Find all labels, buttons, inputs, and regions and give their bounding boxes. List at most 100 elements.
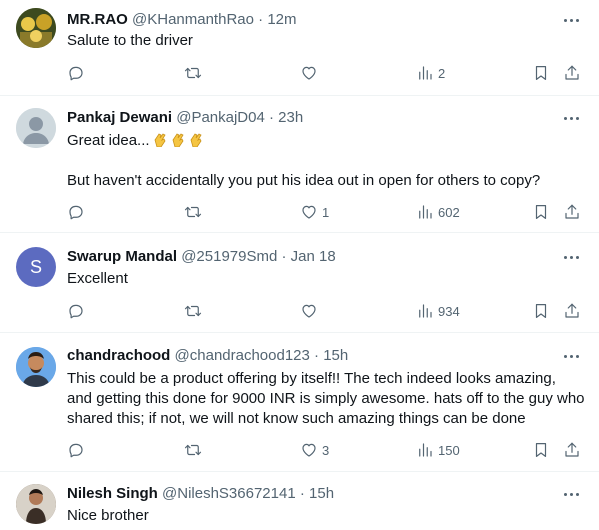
retweet-icon	[184, 302, 202, 320]
retweet-button[interactable]	[184, 202, 202, 222]
bookmark-icon	[532, 64, 550, 82]
clapping-hands-emoji	[172, 133, 184, 147]
tweet-swarup-mandal[interactable]: S Swarup Mandal @251979Smd · Jan 18 Exce…	[0, 233, 599, 333]
views-button[interactable]: 150	[416, 440, 460, 460]
separator-dot: ·	[281, 248, 287, 265]
separator-dot: ·	[269, 109, 274, 126]
tweet-text: Excellent	[67, 270, 128, 287]
reply-icon	[67, 203, 85, 221]
more-icon[interactable]	[560, 108, 582, 128]
separator-dot: ·	[258, 11, 264, 28]
retweet-button[interactable]	[184, 63, 202, 83]
likes-count: 1	[322, 204, 330, 220]
author-handle[interactable]: @251979Smd	[181, 248, 277, 265]
timestamp[interactable]: Jan 18	[291, 248, 336, 265]
author-handle[interactable]: @KHanmanthRao	[132, 11, 254, 28]
author-handle[interactable]: @PankajD04	[176, 109, 265, 126]
share-icon	[563, 441, 581, 459]
more-icon[interactable]	[560, 484, 582, 504]
tweet-nilesh-singh[interactable]: Nilesh Singh @NileshS36672141 · 15h Nice…	[0, 472, 599, 530]
bookmark-icon	[532, 441, 550, 459]
tweet-text: Salute to the driver	[67, 32, 193, 49]
bookmark-button[interactable]	[532, 202, 550, 222]
bookmark-button[interactable]	[532, 440, 550, 460]
more-icon[interactable]	[560, 346, 582, 366]
avatar[interactable]	[16, 347, 56, 387]
avatar[interactable]: S	[16, 247, 56, 287]
views-icon	[416, 441, 434, 459]
author-name[interactable]: Nilesh Singh	[67, 485, 158, 502]
separator-dot: ·	[314, 347, 320, 364]
separator-dot: ·	[299, 485, 305, 502]
more-icon[interactable]	[560, 10, 582, 30]
like-button[interactable]: 3	[300, 440, 329, 460]
like-icon	[300, 64, 318, 82]
clapping-hands-emoji	[154, 133, 166, 147]
retweet-button[interactable]	[184, 440, 202, 460]
views-button[interactable]: 934	[416, 301, 460, 321]
author-name[interactable]: MR.RAO	[67, 11, 128, 28]
reply-button[interactable]	[67, 440, 85, 460]
like-button[interactable]	[300, 63, 318, 83]
like-button[interactable]: 1	[300, 202, 329, 222]
timestamp[interactable]: 15h	[309, 485, 334, 502]
action-bar: 2	[60, 63, 590, 83]
reply-icon	[67, 302, 85, 320]
author-handle[interactable]: @NileshS36672141	[162, 485, 296, 502]
author-name[interactable]: Swarup Mandal	[67, 248, 177, 265]
author-name[interactable]: chandrachood	[67, 347, 170, 364]
views-icon	[416, 64, 434, 82]
views-button[interactable]: 2	[416, 63, 445, 83]
timestamp[interactable]: 12m	[267, 11, 296, 28]
tweet-mr-rao[interactable]: MR.RAO @KHanmanthRao · 12m Salute to the…	[0, 0, 599, 96]
share-button[interactable]	[563, 301, 581, 321]
avatar[interactable]	[16, 8, 56, 48]
action-bar: 1 602	[60, 202, 590, 222]
avatar[interactable]	[16, 484, 56, 524]
like-button[interactable]	[300, 301, 318, 321]
tweet-chandrachood[interactable]: chandrachood @chandrachood123 · 15h This…	[0, 333, 599, 472]
share-icon	[563, 203, 581, 221]
bookmark-icon	[532, 203, 550, 221]
reply-button[interactable]	[67, 301, 85, 321]
bookmark-button[interactable]	[532, 63, 550, 83]
views-count: 934	[438, 303, 460, 319]
views-icon	[416, 302, 434, 320]
views-count: 150	[438, 442, 460, 458]
avatar-letter: S	[29, 256, 42, 277]
views-icon	[416, 203, 434, 221]
share-button[interactable]	[563, 440, 581, 460]
reply-icon	[67, 441, 85, 459]
share-icon	[563, 64, 581, 82]
like-icon	[300, 441, 318, 459]
views-count: 2	[438, 65, 446, 81]
bookmark-icon	[532, 302, 550, 320]
retweet-icon	[184, 203, 202, 221]
views-count: 602	[438, 204, 460, 220]
tweet-text: This could be a product offering by itse…	[67, 370, 585, 427]
retweet-button[interactable]	[184, 301, 202, 321]
timestamp[interactable]: 15h	[323, 347, 348, 364]
retweet-icon	[184, 64, 202, 82]
author-name[interactable]: Pankaj Dewani	[67, 109, 172, 126]
bookmark-button[interactable]	[532, 301, 550, 321]
reply-button[interactable]	[67, 63, 85, 83]
action-bar: 934	[60, 301, 590, 321]
more-icon[interactable]	[560, 247, 582, 267]
retweet-icon	[184, 441, 202, 459]
likes-count: 3	[322, 442, 330, 458]
clapping-hands-emoji	[190, 133, 202, 147]
views-button[interactable]: 602	[416, 202, 460, 222]
tweet-pankaj-dewani[interactable]: Pankaj Dewani @PankajD04 · 23h Great ide…	[0, 96, 599, 233]
action-bar: 3 150	[60, 440, 590, 460]
tweet-text: Great idea... But haven't accidentally y…	[67, 132, 541, 189]
reply-icon	[67, 64, 85, 82]
author-handle[interactable]: @chandrachood123	[175, 347, 310, 364]
like-icon	[300, 302, 318, 320]
avatar[interactable]	[16, 108, 56, 148]
share-button[interactable]	[563, 202, 581, 222]
share-button[interactable]	[563, 63, 581, 83]
timestamp[interactable]: 23h	[278, 109, 303, 126]
tweet-text: Nice brother	[67, 507, 149, 524]
reply-button[interactable]	[67, 202, 85, 222]
